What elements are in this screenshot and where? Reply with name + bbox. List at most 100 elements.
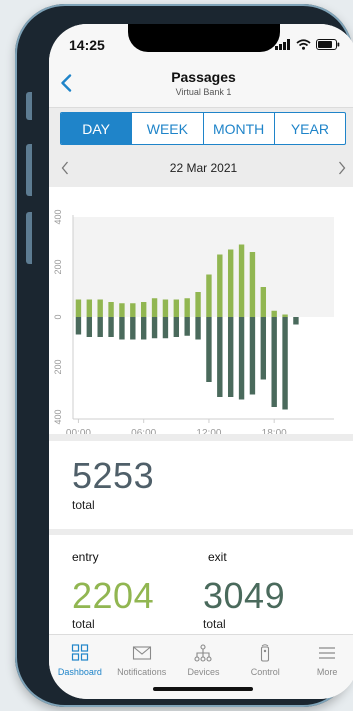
entry-bar <box>86 299 93 317</box>
tab-notifications-label: Notifications <box>117 667 167 677</box>
page-subtitle: Virtual Bank 1 <box>175 87 232 97</box>
tab-day[interactable]: DAY <box>61 113 133 144</box>
status-time: 14:25 <box>69 37 105 53</box>
y-tick-label: 400 <box>53 409 63 424</box>
entry-bar <box>195 292 201 317</box>
phone-frame: 14:25 Passages Virtual Bank 1 DAY WEEK M… <box>15 4 353 707</box>
status-icons <box>275 38 340 50</box>
next-date-button[interactable] <box>332 158 352 178</box>
battery-icon <box>316 38 340 50</box>
exit-bar <box>206 317 212 382</box>
entry-heading: entry <box>72 550 99 564</box>
entry-exit-card: entry 2204 total exit 3049 total <box>49 535 353 635</box>
entry-bar <box>151 298 158 317</box>
entry-bar <box>140 302 147 317</box>
entry-bar <box>282 314 288 317</box>
tab-control-label: Control <box>250 667 280 677</box>
exit-bar <box>75 317 82 335</box>
exit-bar <box>162 317 169 339</box>
exit-bar <box>86 317 93 337</box>
exit-bar <box>130 317 136 340</box>
exit-bar <box>151 317 158 339</box>
volume-up-button <box>26 144 32 196</box>
date-navigation: 22 Mar 2021 <box>49 154 353 182</box>
exit-heading: exit <box>208 550 227 564</box>
entry-bar <box>184 298 190 317</box>
y-tick-label: 0 <box>53 314 63 319</box>
entry-bar <box>75 299 82 317</box>
x-tick-label: 00:00 <box>66 428 91 434</box>
entry-bar <box>260 287 267 317</box>
passages-chart-card: 400 200 0 200 400 00:00 06:00 12:00 18:00 <box>49 187 353 434</box>
entry-value: 2204 <box>72 575 155 616</box>
period-selector: DAY WEEK MONTH YEAR <box>60 112 346 145</box>
exit-bar <box>119 317 125 340</box>
x-tick-label: 18:00 <box>262 428 287 434</box>
volume-down-button <box>26 212 32 264</box>
exit-bar <box>184 317 190 336</box>
entry-bar <box>227 249 234 317</box>
exit-bar <box>260 317 267 380</box>
exit-bar <box>249 317 256 395</box>
total-value: 5253 <box>72 455 155 496</box>
entry-bar <box>97 299 103 317</box>
signal-icon <box>275 38 290 50</box>
exit-bar <box>108 317 114 337</box>
x-tick-label: 12:00 <box>196 428 221 434</box>
exit-bar <box>271 317 277 407</box>
entry-bar <box>130 303 136 317</box>
exit-bar <box>195 317 201 340</box>
mute-switch <box>26 92 32 120</box>
entry-bar <box>249 252 256 317</box>
entry-bar <box>173 299 180 317</box>
exit-bar <box>173 317 180 337</box>
tab-week[interactable]: WEEK <box>132 113 204 144</box>
dashboard-icon <box>71 644 88 661</box>
network-icon <box>194 644 213 662</box>
exit-bar <box>238 317 245 400</box>
exit-bar <box>293 317 299 325</box>
bottom-tab-bar: Dashboard Notifications Devices Control … <box>49 634 353 699</box>
tab-dashboard[interactable]: Dashboard <box>49 635 111 699</box>
entry-bar <box>217 254 223 317</box>
tab-year[interactable]: YEAR <box>275 113 345 144</box>
exit-bar <box>227 317 234 397</box>
notch <box>128 24 280 52</box>
entry-bar <box>271 310 277 317</box>
total-label: total <box>72 498 95 512</box>
exit-bar <box>97 317 103 337</box>
y-tick-label: 200 <box>53 359 63 374</box>
entry-bar <box>108 302 114 317</box>
exit-total-label: total <box>203 617 226 631</box>
chevron-right-icon <box>339 161 346 175</box>
y-tick-label: 200 <box>53 259 63 274</box>
tab-more[interactable]: More <box>296 635 353 699</box>
entry-total-label: total <box>72 617 95 631</box>
remote-control-icon <box>261 644 270 662</box>
y-tick-label: 400 <box>53 209 63 224</box>
exit-value: 3049 <box>203 575 286 616</box>
exit-bar <box>282 317 288 410</box>
passages-bar-chart: 400200020040000:00 06:00 12:00 18:00 <box>53 209 334 434</box>
entry-bar <box>162 299 169 317</box>
page-title: Passages <box>171 69 236 85</box>
status-bar: 14:25 <box>49 24 353 64</box>
wifi-icon <box>296 38 311 50</box>
tab-month[interactable]: MONTH <box>204 113 275 144</box>
entry-bar <box>119 303 125 317</box>
app-screen: 14:25 Passages Virtual Bank 1 DAY WEEK M… <box>49 24 353 699</box>
envelope-icon <box>132 646 151 660</box>
tab-dashboard-label: Dashboard <box>57 667 102 677</box>
tab-devices-label: Devices <box>187 667 220 677</box>
total-card: 5253 total <box>49 441 353 529</box>
entry-bar <box>206 274 212 317</box>
current-date: 22 Mar 2021 <box>169 161 238 175</box>
home-indicator <box>153 687 253 691</box>
menu-icon <box>319 647 336 659</box>
exit-bar <box>140 317 147 340</box>
entry-bar <box>238 244 245 317</box>
nav-header: Passages Virtual Bank 1 <box>49 64 353 108</box>
tab-more-label: More <box>316 667 338 677</box>
exit-bar <box>217 317 223 397</box>
x-tick-label: 06:00 <box>131 428 156 434</box>
